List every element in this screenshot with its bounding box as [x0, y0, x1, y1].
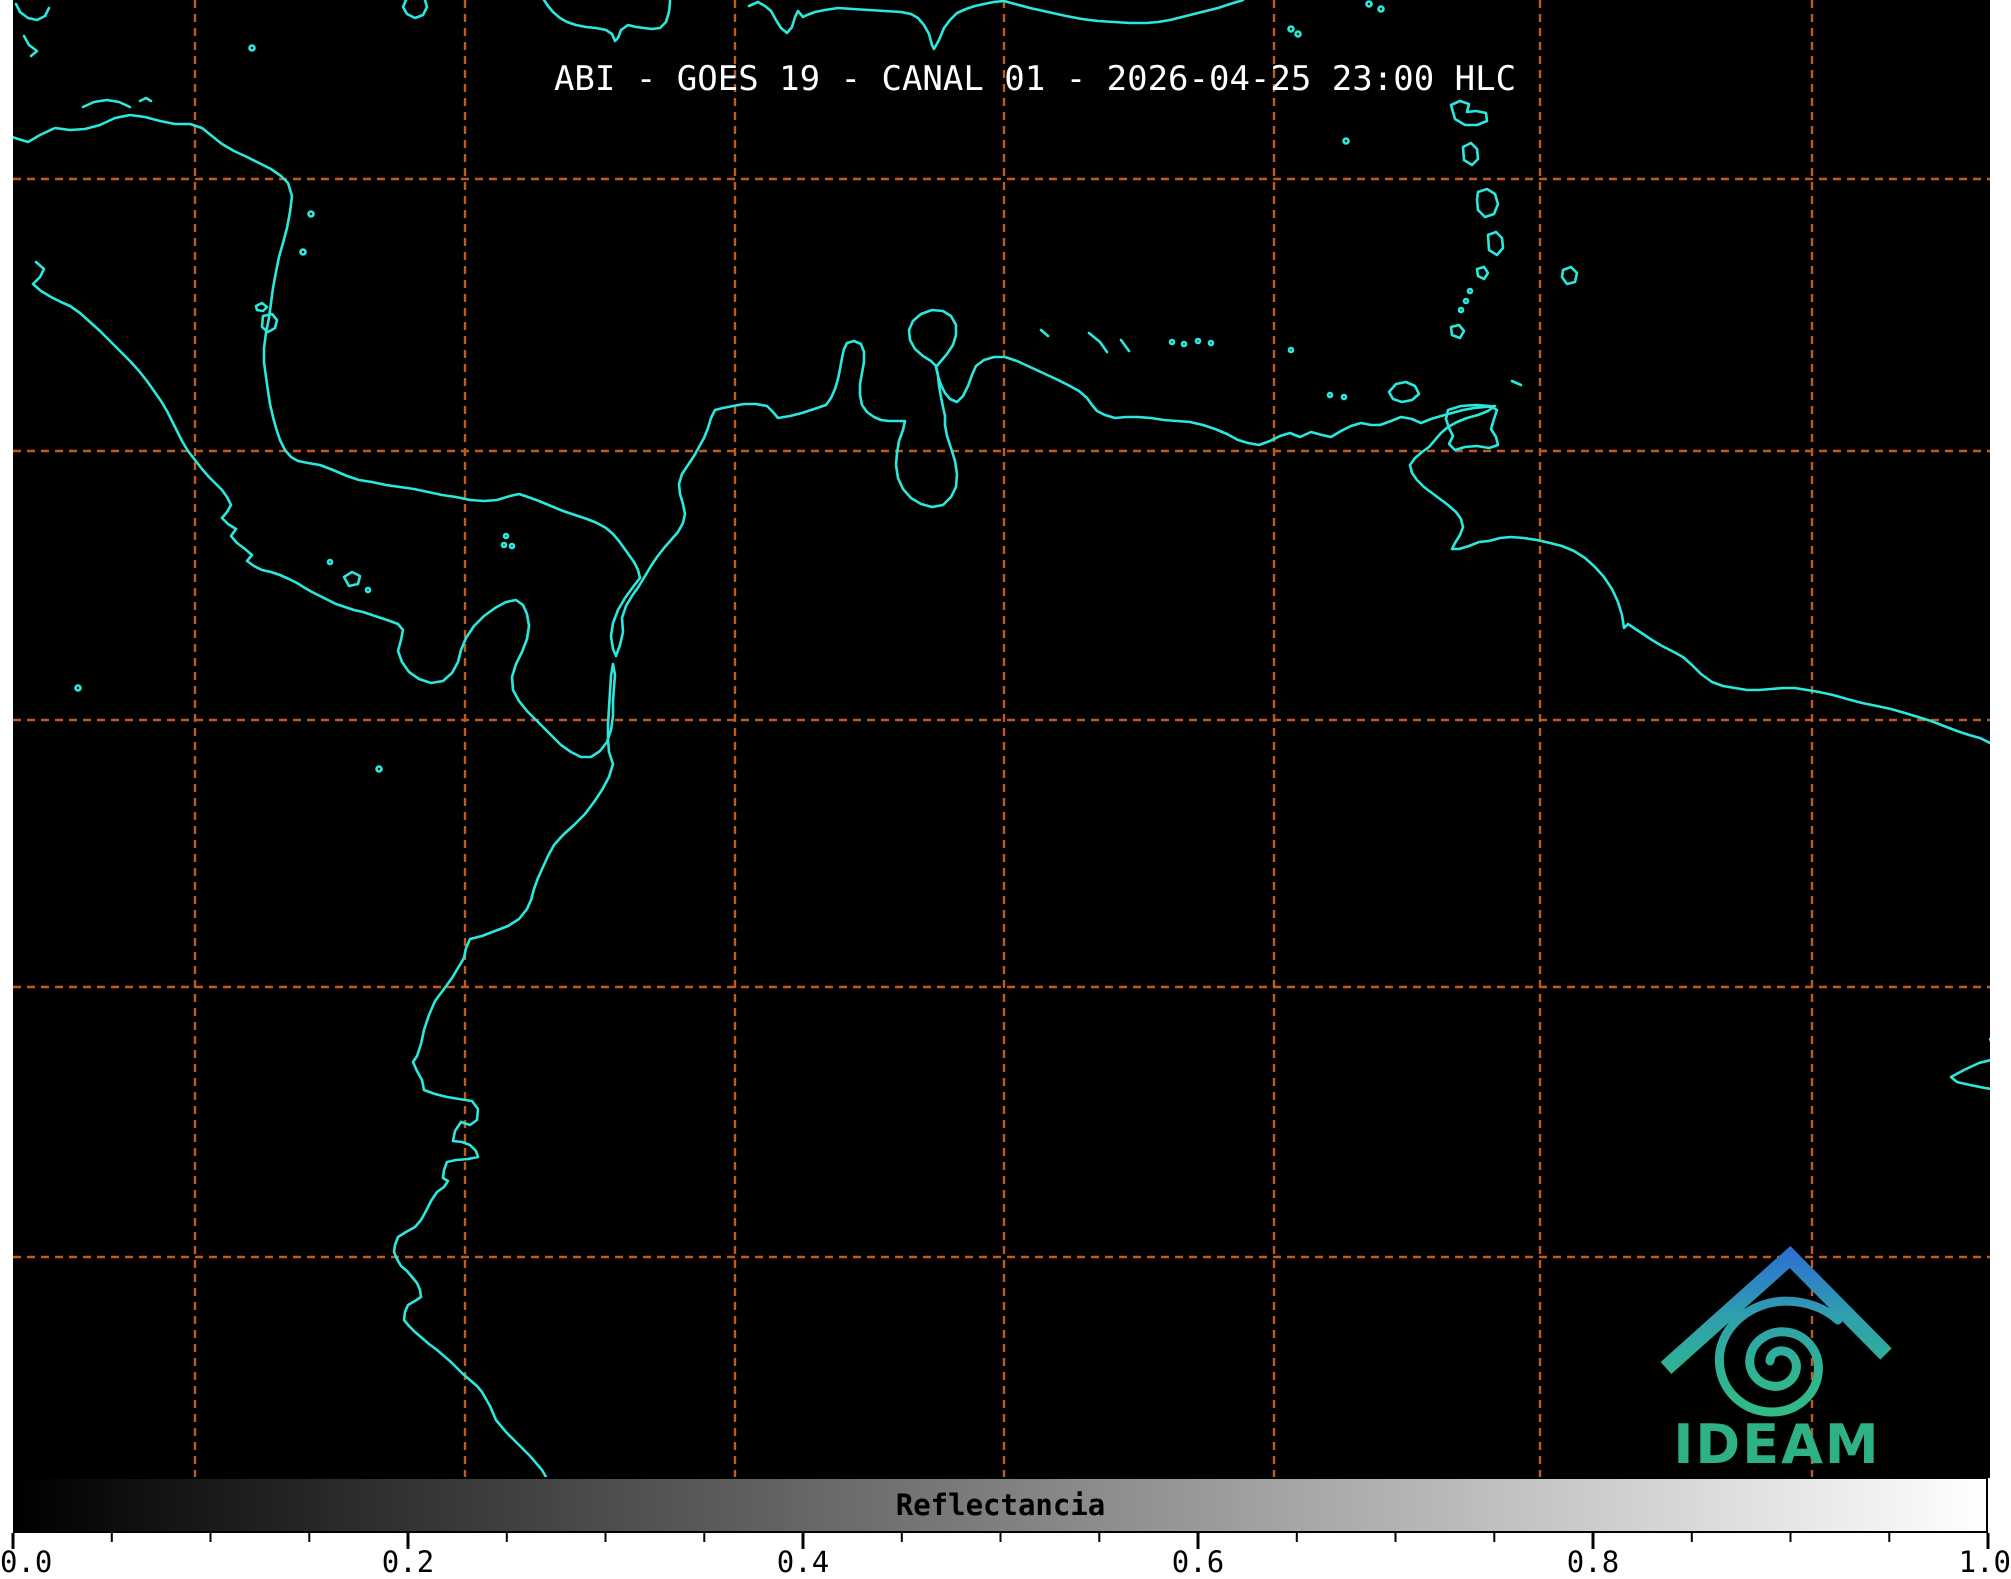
colorbar-label: Reflectancia [896, 1491, 1106, 1520]
tick-label-1.0: 1.0 [1959, 1547, 2011, 1577]
tick-label-0.6: 0.6 [1172, 1547, 1224, 1577]
satellite-figure: IDEAM ABI - GOES 19 - CANAL 01 - 2026-04… [0, 0, 2011, 1577]
logo-text: IDEAM [1673, 1413, 1880, 1476]
image-title: ABI - GOES 19 - CANAL 01 - 2026-04-25 23… [554, 62, 1516, 96]
tick-label-0.2: 0.2 [382, 1547, 434, 1577]
tick-label-0.8: 0.8 [1567, 1547, 1619, 1577]
colorbar: Reflectancia [13, 1477, 1988, 1533]
tick-label-0.0: 0.0 [0, 1547, 52, 1577]
map-canvas: IDEAM [0, 0, 2011, 1577]
island-dot-corner [2000, 6, 2005, 11]
colorbar-tick-labels: 0.0 0.2 0.4 0.6 0.8 1.0 [0, 1547, 2011, 1577]
tick-label-0.4: 0.4 [777, 1547, 829, 1577]
